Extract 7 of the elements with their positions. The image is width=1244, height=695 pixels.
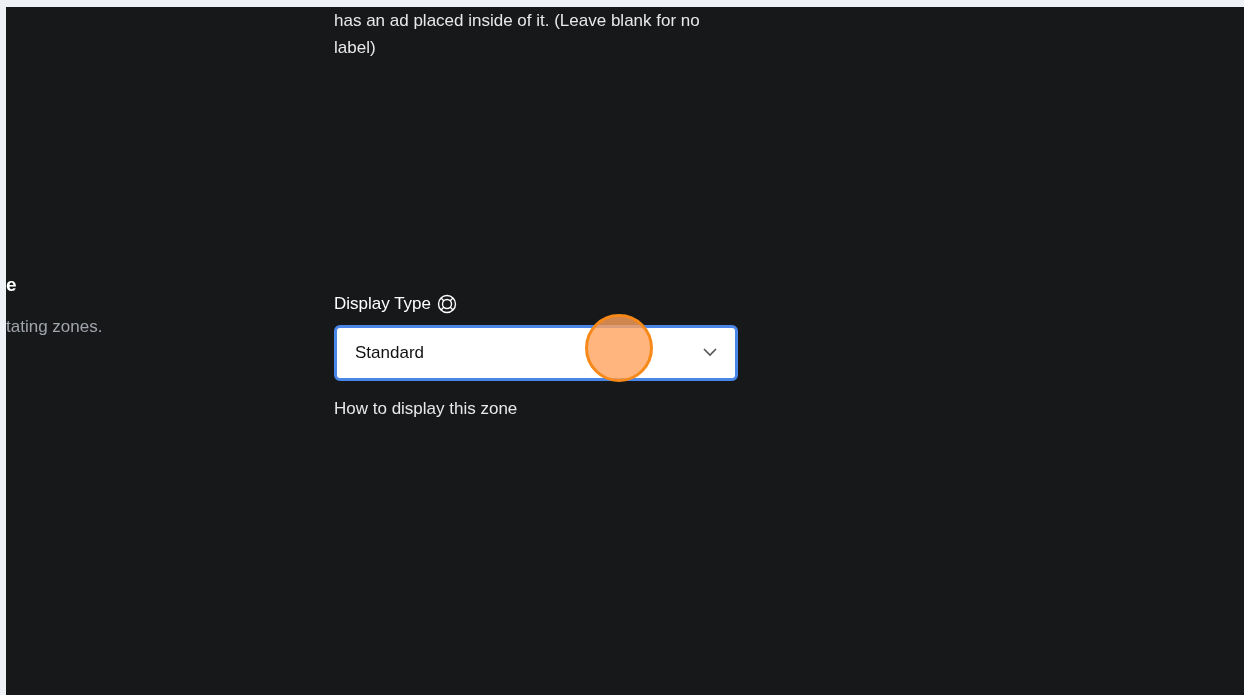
help-text: has an ad placed inside of it. (Leave blank for no label) [334, 10, 701, 59]
field-label: Display Type [334, 293, 431, 315]
section-description: tating zones. [6, 316, 104, 338]
section-heading: e [6, 273, 18, 297]
field-help-text: How to display this zone [334, 397, 519, 420]
chevron-down-icon [703, 348, 717, 357]
help-ring-icon [437, 293, 457, 314]
